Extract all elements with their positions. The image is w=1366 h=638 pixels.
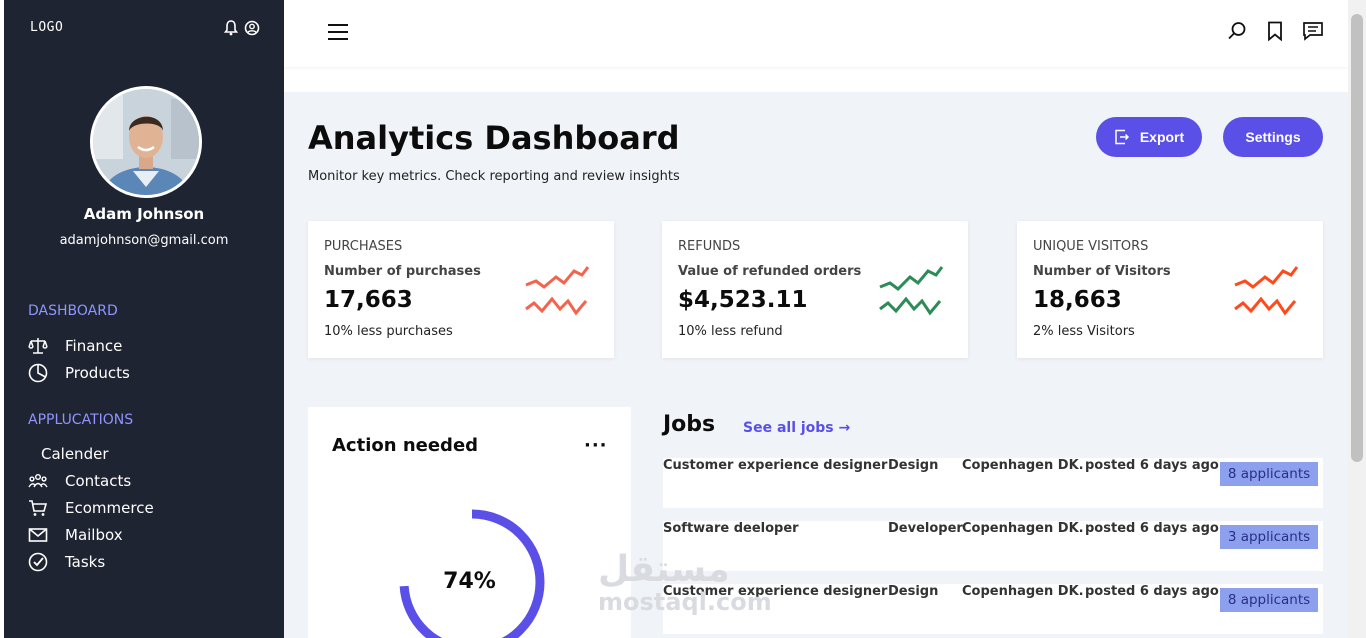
- applications-nav: Calender Contacts Ecommerce Mailbox Task…: [28, 440, 268, 575]
- sidebar-item-mailbox[interactable]: Mailbox: [28, 521, 268, 548]
- job-row[interactable]: Customer experience designer Design Cope…: [663, 458, 1323, 508]
- stat-card-refunds: REFUNDS Value of refunded orders $4,523.…: [662, 221, 968, 358]
- see-all-jobs-link[interactable]: See all jobs →: [743, 420, 850, 436]
- sidebar-item-ecommerce[interactable]: Ecommerce: [28, 494, 268, 521]
- action-needed-card: Action needed ··· 74%: [308, 407, 631, 638]
- job-posted: posted 6 days ago: [1085, 458, 1219, 473]
- mail-icon: [28, 524, 52, 546]
- dashboard-section-title: DASHBOARD: [28, 303, 118, 319]
- stat-footnote: 10% less refund: [678, 324, 783, 339]
- cart-icon: [28, 497, 52, 519]
- stat-description: Number of Visitors: [1033, 264, 1171, 279]
- pie-chart-icon: [28, 362, 52, 384]
- sidebar-item-label: Contacts: [65, 471, 132, 490]
- stat-footnote: 2% less Visitors: [1033, 324, 1135, 339]
- sidebar-item-products[interactable]: Products: [28, 359, 268, 386]
- watermark-latin: mostaql.com: [598, 588, 772, 616]
- stat-value: $4,523.11: [678, 287, 808, 313]
- stat-label: UNIQUE VISITORS: [1033, 239, 1149, 254]
- stat-value: 17,663: [324, 287, 413, 313]
- job-posted: posted 6 days ago: [1085, 584, 1219, 599]
- applicants-badge[interactable]: 8 applicants: [1220, 588, 1318, 612]
- page-subtitle: Monitor key metrics. Check reporting and…: [308, 169, 680, 184]
- sidebar-top-icons: [224, 20, 260, 36]
- stat-description: Number of purchases: [324, 264, 481, 279]
- sidebar-item-calender[interactable]: Calender: [28, 440, 268, 467]
- user-name: Adam Johnson: [83, 205, 205, 223]
- stat-label: PURCHASES: [324, 239, 403, 254]
- stat-label: REFUNDS: [678, 239, 741, 254]
- hamburger-menu-icon[interactable]: [328, 24, 348, 40]
- job-location: Copenhagen DK.: [962, 584, 1084, 599]
- chat-icon[interactable]: [1302, 20, 1324, 42]
- trend-chart-icon: [1234, 266, 1299, 316]
- contacts-icon: [28, 470, 52, 492]
- dashboard-nav: Finance Products: [28, 332, 268, 386]
- export-button[interactable]: Export: [1096, 117, 1202, 157]
- page-title: Analytics Dashboard: [308, 119, 680, 157]
- applicants-badge[interactable]: 3 applicants: [1220, 525, 1318, 549]
- settings-button[interactable]: Settings: [1223, 117, 1323, 157]
- scrollbar-thumb[interactable]: [1351, 14, 1363, 462]
- sidebar-item-label: Finance: [65, 336, 123, 355]
- bookmark-icon[interactable]: [1264, 20, 1286, 42]
- job-location: Copenhagen DK.: [962, 458, 1084, 473]
- job-category: Design: [888, 584, 939, 599]
- sidebar-item-label: Mailbox: [65, 525, 123, 544]
- watermark-arabic: مستقل: [598, 549, 730, 590]
- action-title: Action needed: [332, 435, 479, 456]
- export-button-label: Export: [1139, 129, 1185, 145]
- sidebar-item-label: Products: [65, 363, 130, 382]
- scrollbar[interactable]: [1348, 0, 1366, 638]
- sidebar-item-contacts[interactable]: Contacts: [28, 467, 268, 494]
- job-category: Developer: [888, 521, 963, 536]
- stat-card-unique-visitors: UNIQUE VISITORS Number of Visitors 18,66…: [1017, 221, 1323, 358]
- avatar[interactable]: [90, 86, 202, 198]
- user-circle-icon[interactable]: [244, 20, 260, 36]
- sidebar-item-label: Calender: [41, 444, 109, 463]
- job-location: Copenhagen DK.: [962, 521, 1084, 536]
- applications-section-title: APPLUCATIONS: [28, 412, 134, 428]
- scale-icon: [28, 335, 52, 357]
- jobs-title: Jobs: [663, 412, 716, 437]
- sidebar-item-tasks[interactable]: Tasks: [28, 548, 268, 575]
- export-icon: [1115, 129, 1129, 145]
- gauge-value: 74%: [443, 569, 496, 594]
- sidebar-item-finance[interactable]: Finance: [28, 332, 268, 359]
- job-title: Customer experience designer: [663, 458, 888, 473]
- top-bar: [284, 0, 1348, 67]
- sidebar-item-label: Tasks: [65, 552, 106, 571]
- applicants-badge[interactable]: 8 applicants: [1220, 462, 1318, 486]
- top-bar-icons: [1226, 20, 1324, 42]
- job-title: Software deeloper: [663, 521, 799, 536]
- search-icon[interactable]: [1226, 20, 1248, 42]
- stat-value: 18,663: [1033, 287, 1122, 313]
- trend-chart-icon: [525, 266, 590, 316]
- job-category: Design: [888, 458, 939, 473]
- bell-icon[interactable]: [224, 20, 238, 36]
- check-circle-icon: [28, 551, 52, 573]
- job-posted: posted 6 days ago: [1085, 521, 1219, 536]
- settings-button-label: Settings: [1245, 129, 1301, 145]
- stat-card-purchases: PURCHASES Number of purchases 17,663 10%…: [308, 221, 614, 358]
- stat-description: Value of refunded orders: [678, 264, 862, 279]
- trend-chart-icon: [879, 266, 944, 316]
- user-email: adamjohnson@gmail.com: [59, 233, 229, 248]
- more-options-icon[interactable]: ···: [584, 435, 608, 456]
- sidebar-item-label: Ecommerce: [65, 498, 154, 517]
- watermark: مستقل mostaql.com: [598, 549, 772, 617]
- sidebar: LOGO Adam Johnson adamjohnson@gmail.com …: [4, 0, 284, 638]
- stat-footnote: 10% less purchases: [324, 324, 453, 339]
- logo[interactable]: LOGO: [30, 20, 63, 35]
- main-content: Analytics Dashboard Monitor key metrics.…: [284, 92, 1348, 638]
